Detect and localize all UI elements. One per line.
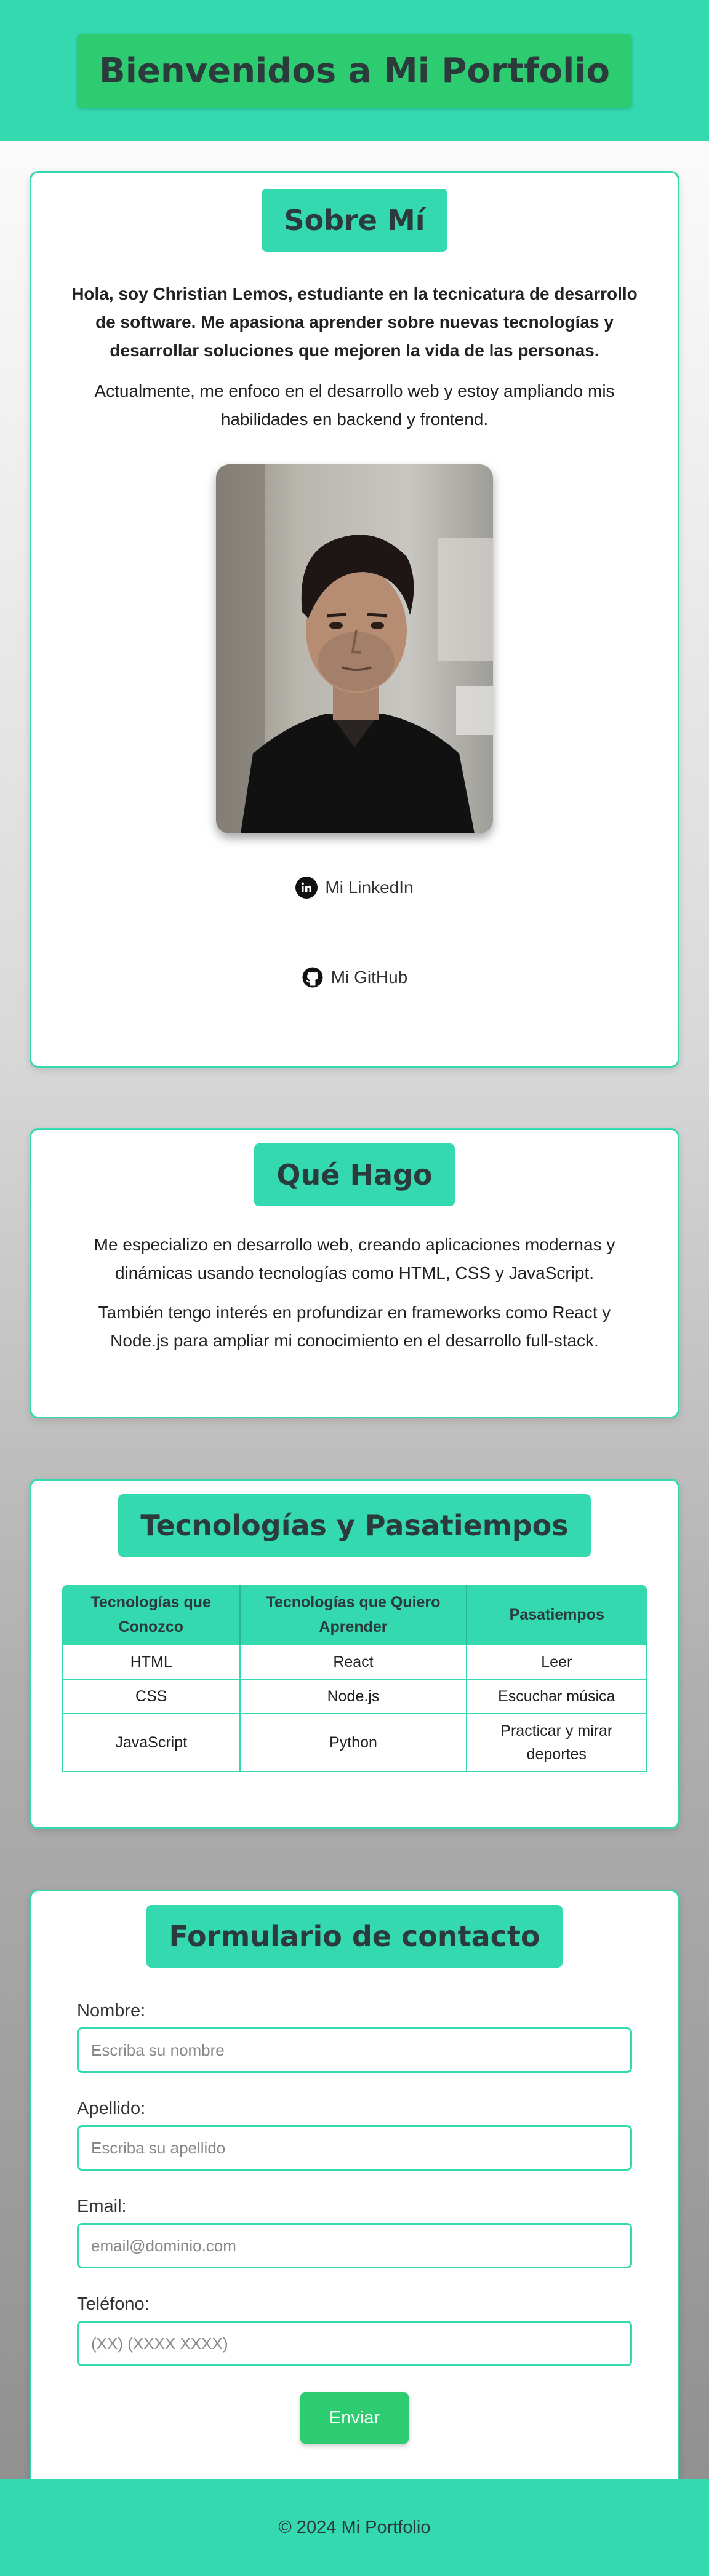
table-header: Pasatiempos <box>465 1585 647 1645</box>
linkedin-label: Mi LinkedIn <box>325 878 414 897</box>
about-section: Sobre Mí Hola, soy Christian Lemos, estu… <box>30 171 679 1068</box>
what-i-do-paragraph-2: También tengo interés en profundizar en … <box>98 1303 611 1350</box>
table-cell: Python <box>239 1713 467 1772</box>
lastname-label: Apellido: <box>77 2099 146 2118</box>
github-icon <box>301 966 324 988</box>
table-header: Tecnologías que Quiero Aprender <box>239 1585 467 1645</box>
profile-photo <box>216 464 493 833</box>
name-input[interactable] <box>77 2027 632 2073</box>
table-cell: Practicar y mirar deportes <box>465 1713 648 1772</box>
what-i-do-section: Qué Hago Me especializo en desarrollo we… <box>30 1128 679 1418</box>
submit-button[interactable]: Enviar <box>300 2392 409 2444</box>
site-footer: © 2024 Mi Portfolio <box>0 2479 709 2576</box>
what-i-do-paragraph-1: Me especializo en desarrollo web, creand… <box>94 1235 615 1282</box>
table-cell: CSS <box>61 1679 241 1714</box>
site-header: Bienvenidos a Mi Portfolio <box>0 0 709 141</box>
table-cell: React <box>239 1644 467 1680</box>
email-label: Email: <box>77 2196 127 2216</box>
email-input[interactable] <box>77 2223 632 2268</box>
what-i-do-title: Qué Hago <box>254 1143 455 1206</box>
contact-section: Formulario de contacto Nombre: Apellido:… <box>30 1890 679 2508</box>
github-label: Mi GitHub <box>330 968 408 987</box>
table-cell: JavaScript <box>61 1713 241 1772</box>
phone-input[interactable] <box>77 2321 632 2366</box>
contact-title: Formulario de contacto <box>146 1905 563 1968</box>
table-header: Tecnologías que Conozco <box>62 1585 241 1645</box>
about-title: Sobre Mí <box>262 189 447 252</box>
table-row: JavaScript Python Practicar y mirar depo… <box>61 1713 648 1772</box>
tech-hobbies-section: Tecnologías y Pasatiempos Tecnologías qu… <box>30 1479 679 1829</box>
table-header-row: Tecnologías que Conozco Tecnologías que … <box>62 1585 647 1645</box>
table-cell: Node.js <box>239 1679 467 1714</box>
name-label: Nombre: <box>77 2001 146 2021</box>
table-cell: Leer <box>465 1644 648 1680</box>
lastname-input[interactable] <box>77 2125 632 2171</box>
table-cell: Escuchar música <box>465 1679 648 1714</box>
page-title: Bienvenidos a Mi Portfolio <box>77 33 632 108</box>
linkedin-link[interactable]: Mi LinkedIn <box>31 877 678 899</box>
phone-label: Teléfono: <box>77 2294 150 2314</box>
table-row: CSS Node.js Escuchar música <box>61 1679 648 1714</box>
footer-text: © 2024 Mi Portfolio <box>278 2517 431 2537</box>
about-focus: Actualmente, me enfoco en el desarrollo … <box>94 381 615 429</box>
table-cell: HTML <box>61 1644 241 1680</box>
about-intro: Hola, soy Christian Lemos, estudiante en… <box>71 284 638 360</box>
tech-title: Tecnologías y Pasatiempos <box>118 1494 591 1557</box>
github-link[interactable]: Mi GitHub <box>31 966 678 988</box>
tech-table: Tecnologías que Conozco Tecnologías que … <box>61 1585 648 1772</box>
contact-form: Nombre: Apellido: Email: Teléfono: Envia… <box>77 2001 632 2444</box>
table-row: HTML React Leer <box>61 1644 648 1680</box>
linkedin-icon <box>295 877 318 899</box>
